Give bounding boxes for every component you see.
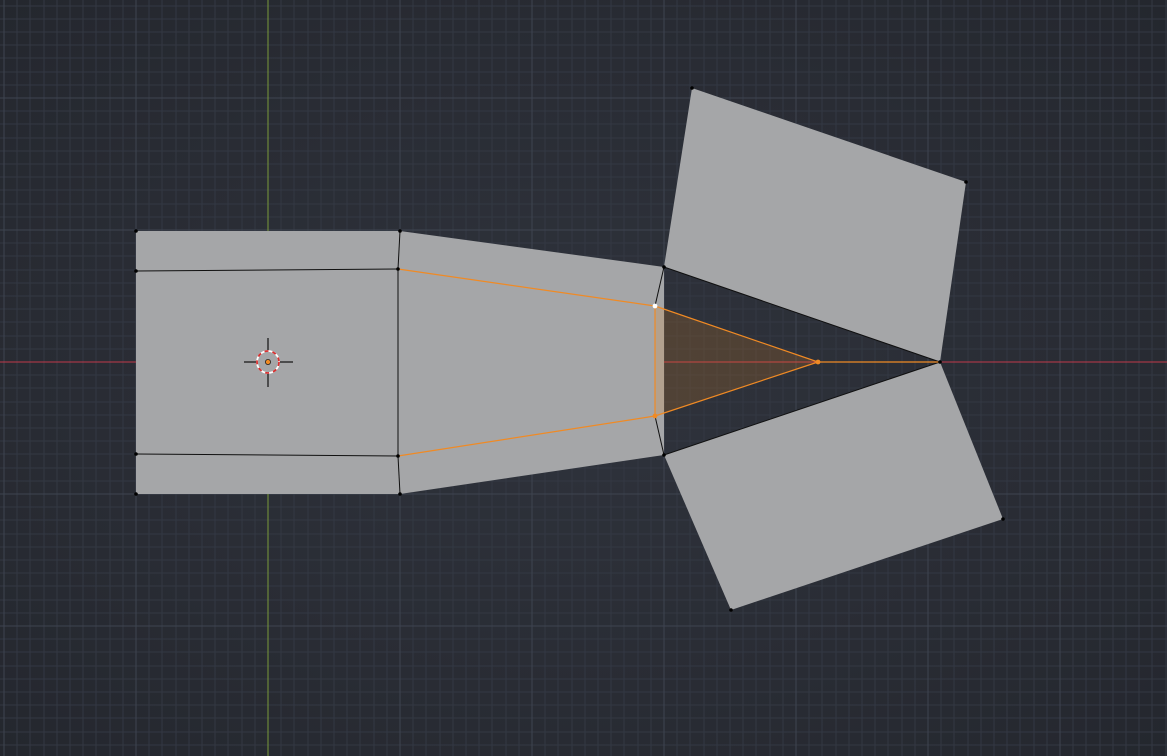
vertex[interactable]	[964, 180, 968, 184]
vertex[interactable]	[134, 229, 138, 233]
vertex[interactable]	[134, 269, 138, 273]
vertex[interactable]	[1001, 517, 1005, 521]
selected-vertex[interactable]	[652, 413, 658, 419]
viewport-canvas[interactable]	[0, 0, 1167, 756]
vertex[interactable]	[662, 265, 666, 269]
selected-vertex[interactable]	[815, 359, 821, 365]
vertex[interactable]	[396, 267, 400, 271]
vertex[interactable]	[134, 452, 138, 456]
vertex[interactable]	[396, 454, 400, 458]
vertex[interactable]	[690, 86, 694, 90]
vertex[interactable]	[134, 492, 138, 496]
vertex[interactable]	[729, 608, 733, 612]
active-vertex[interactable]	[652, 303, 658, 309]
3d-viewport[interactable]	[0, 0, 1167, 756]
vertex[interactable]	[398, 492, 402, 496]
face-top-wing[interactable]	[664, 88, 966, 362]
vertex[interactable]	[398, 229, 402, 233]
vertex[interactable]	[938, 360, 942, 364]
object-origin-icon	[264, 358, 271, 365]
face-taper[interactable]	[400, 231, 664, 494]
vertex[interactable]	[662, 453, 666, 457]
